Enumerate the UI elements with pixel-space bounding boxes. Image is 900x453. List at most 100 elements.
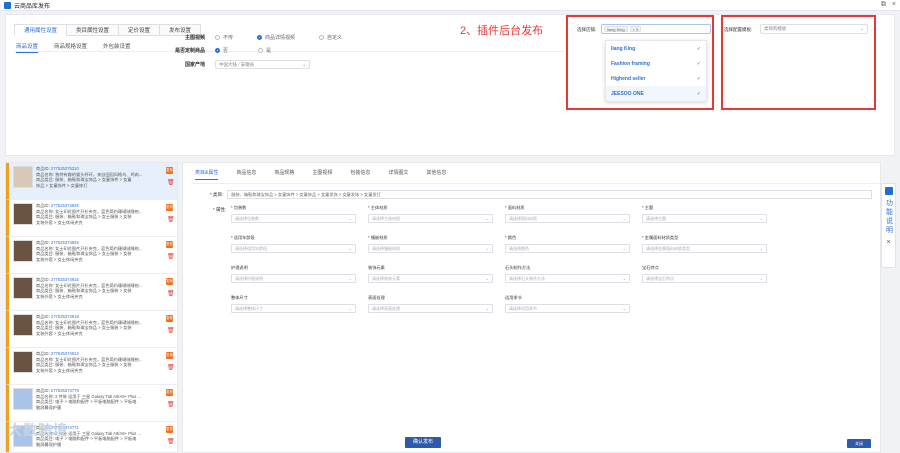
template-select[interactable]: 类目购模板 ⌄ xyxy=(760,24,868,34)
close-icon[interactable]: × xyxy=(886,239,890,246)
chevron-down-icon: ⌄ xyxy=(485,246,489,251)
publish-badge[interactable]: 发布 xyxy=(166,315,173,322)
publish-badge[interactable]: 发布 xyxy=(166,389,173,396)
check-icon: ✓ xyxy=(696,45,701,52)
attribute-select[interactable]: 请选择石头制作方法 ⌄ xyxy=(505,274,630,283)
template-label: 选择配置模板: xyxy=(724,27,753,32)
trash-icon[interactable]: 🗑 xyxy=(167,328,175,335)
product-item[interactable]: 商品ID: 277525374779 商品名称: 2 件装 适用于 三星 Gala… xyxy=(6,385,177,422)
detail-tab[interactable]: 商品规格 xyxy=(274,169,294,180)
trash-icon[interactable]: 🗑 xyxy=(167,180,175,187)
publish-badge[interactable]: 发布 xyxy=(166,278,173,285)
store-option[interactable]: liang King ✓ xyxy=(606,41,706,56)
store-option[interactable]: Fashion framing ✓ xyxy=(606,56,706,71)
radio-custom-yes[interactable]: 是 xyxy=(258,47,271,54)
product-item[interactable]: 商品ID: 277525374926 商品名称: 女士印花图片开衫夹克，蓝色简约珊… xyxy=(6,200,177,237)
product-item[interactable]: 商品ID: 277525375210 商品名称: 独特有趣的猫头杯环，来自田园风格… xyxy=(6,163,177,200)
publish-badge[interactable]: 发布 xyxy=(166,426,173,433)
attribute-field: * 面料材质 请选择面料材质 ⌄ xyxy=(505,205,630,229)
attribute-select[interactable]: 请选择宝石特点 ⌄ xyxy=(642,274,767,283)
attribute-select[interactable]: 请选择面料材质 ⌄ xyxy=(505,214,630,223)
publish-badge[interactable]: 发布 xyxy=(166,204,173,211)
tab-pricing[interactable]: 定价设置 xyxy=(118,24,160,36)
publish-badge[interactable]: 发布 xyxy=(166,167,173,174)
close-button[interactable]: 关闭 xyxy=(847,439,871,448)
attribute-placeholder: 请选择颜色 xyxy=(509,246,529,251)
attribute-placeholder: 请选择装饰元素 xyxy=(372,276,400,281)
origin-select[interactable]: 中国大陆 / 安徽省 ⌄ xyxy=(215,60,310,69)
detail-tab[interactable]: 包装信息 xyxy=(350,169,370,180)
close-icon[interactable]: × xyxy=(892,1,896,9)
attribute-select[interactable]: 请选择颜色 ⌄ xyxy=(505,244,630,253)
trash-icon[interactable]: 🗑 xyxy=(167,217,175,224)
radio-detail-video[interactable]: 商品详情视频 xyxy=(257,34,295,41)
store-option[interactable]: JEESOO ONE ✓ xyxy=(606,86,706,101)
confirm-publish-button[interactable]: 确认发布 xyxy=(405,437,441,448)
trash-icon[interactable]: 🗑 xyxy=(167,402,175,409)
detail-tab[interactable]: 主图视频 xyxy=(312,169,332,180)
product-info: 商品ID: 277525374926 商品名称: 女士印花图片开衫夹克，蓝色简约珊… xyxy=(36,203,142,236)
attribute-name: * 镶嵌材质 xyxy=(368,235,388,240)
product-category: 商品类目: 电子 > 电脑和配件 > 平板电脑配件 > 平板电 xyxy=(36,399,137,404)
radio-label: 否 xyxy=(223,48,229,54)
attribute-select[interactable]: 请选择镶嵌材质 ⌄ xyxy=(368,244,493,253)
attribute-select[interactable]: 请选择适用年龄段 ⌄ xyxy=(231,244,356,253)
publish-badge[interactable]: 发布 xyxy=(166,352,173,359)
store-select[interactable]: liang King + 3 xyxy=(601,24,711,34)
attribute-select[interactable]: 请选择主题 ⌄ xyxy=(642,214,767,223)
detail-tab[interactable]: 其他信息 xyxy=(426,169,446,180)
attribute-select[interactable]: 请选择护理说明 ⌄ xyxy=(231,274,356,283)
detail-tab[interactable]: 类目&属性 xyxy=(195,169,219,180)
attribute-name: 装饰元素 xyxy=(368,265,385,270)
product-item[interactable]: 商品ID: 277525374915 商品名称: 女士印花图片开衫夹克，蓝色简约珊… xyxy=(6,274,177,311)
store-option-label: Fashion framing xyxy=(611,60,650,67)
store-option[interactable]: Highend seller ✓ xyxy=(606,71,706,86)
attribute-name: * 金属面料材质类型 xyxy=(642,235,679,240)
trash-icon[interactable]: 🗑 xyxy=(167,254,175,261)
radio-custom-no[interactable]: 否 xyxy=(215,47,228,54)
attribute-select[interactable]: 请选择表面处理 ⌄ xyxy=(368,304,493,313)
attribute-select[interactable]: 请选择包装数 ⌄ xyxy=(231,214,356,223)
trash-icon[interactable]: 🗑 xyxy=(167,365,175,372)
detail-tab[interactable]: 商品信息 xyxy=(236,169,256,180)
attribute-select[interactable]: 请选择装饰元素 ⌄ xyxy=(368,274,493,283)
tab-general[interactable]: 通用属性设置 xyxy=(14,24,67,36)
attribute-placeholder: 请选择护理说明 xyxy=(235,276,263,281)
store-tag[interactable]: liang King xyxy=(604,26,628,32)
trash-icon[interactable]: 🗑 xyxy=(167,439,175,446)
category-select[interactable]: 服装、箱鞋和珠宝饰品 > 女童饰件 > 女童饰品 > 女童发饰 > 女童发饰 >… xyxy=(227,190,873,199)
chevron-down-icon: ⌄ xyxy=(759,216,763,221)
chevron-down-icon: ⌄ xyxy=(759,276,763,281)
publish-badge[interactable]: 发布 xyxy=(166,241,173,248)
product-item[interactable]: 商品ID: 277525374825 商品名称: 女士印花图片开衫夹克，蓝色简约珊… xyxy=(6,237,177,274)
radio-no-video[interactable]: 不传 xyxy=(215,34,233,41)
detail-tab[interactable]: 详情图文 xyxy=(388,169,408,180)
check-icon: ✓ xyxy=(696,75,701,82)
radio-dot xyxy=(258,48,264,53)
product-item[interactable]: 商品ID: 277525374912 商品名称: 女士印花图片开衫夹克，蓝色简约珊… xyxy=(6,348,177,385)
product-item[interactable]: 商品ID: 277525374918 商品名称: 女士印花图片开衫夹克，蓝色简约珊… xyxy=(6,311,177,348)
attribute-placeholder: 请选择适用季节 xyxy=(509,306,537,311)
attribute-field: * 包装数 请选择包装数 ⌄ xyxy=(231,205,356,229)
tab-category-attributes[interactable]: 类目属性设置 xyxy=(66,24,119,36)
radio-label: 是 xyxy=(266,48,272,54)
help-widget[interactable]: 功能说明 × xyxy=(881,183,896,268)
chevron-down-icon: ⌄ xyxy=(485,216,489,221)
attribute-field: 装饰元素请选择装饰元素 ⌄ xyxy=(368,265,493,289)
attribute-select[interactable]: 请选择金属面料材质类型 ⌄ xyxy=(642,244,767,253)
origin-label: 国家产地 xyxy=(184,62,205,68)
check-icon: ✓ xyxy=(696,60,701,67)
product-list: 商品ID: 277525375210 商品名称: 独特有趣的猫头杯环，来自田园风格… xyxy=(5,162,178,453)
product-category-extra: 女装外套 > 女士休闲夹克 xyxy=(36,330,83,336)
attribute-select[interactable]: 请选择适用季节 ⌄ xyxy=(505,304,630,313)
attribute-select[interactable]: 请选择主体材质 ⌄ xyxy=(368,214,493,223)
custom-row: 是否定制商品 否 是 xyxy=(155,47,285,54)
product-thumbnail xyxy=(13,203,33,225)
attribute-select[interactable]: 请选择整体尺寸 ⌄ xyxy=(231,304,356,313)
watermark-logo: 大数跨境 xyxy=(8,422,68,438)
radio-custom-video[interactable]: 自定义 xyxy=(319,34,342,41)
attribute-field: * 适用年龄段 请选择适用年龄段 ⌄ xyxy=(231,235,356,259)
product-category: 商品类目: 服装、箱鞋和珠宝饰品 > 女士服装 > 女装 xyxy=(36,325,132,330)
restore-icon[interactable]: ⧉ xyxy=(881,1,886,9)
trash-icon[interactable]: 🗑 xyxy=(167,291,175,298)
